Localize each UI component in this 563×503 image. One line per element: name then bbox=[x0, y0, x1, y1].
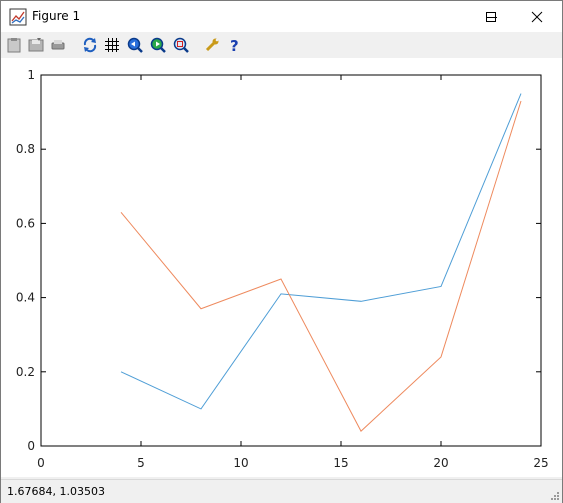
grid-icon bbox=[105, 38, 119, 52]
x-tick-label: 0 bbox=[37, 456, 45, 470]
x-tick-label: 25 bbox=[533, 456, 548, 470]
figure-window: Figure 1 ? 0 5 10 15 20 25 0 0.2 0.4 0.6… bbox=[0, 0, 563, 503]
x-tick-label: 10 bbox=[233, 456, 248, 470]
zoom-out-button[interactable] bbox=[126, 36, 144, 54]
close-icon bbox=[531, 11, 543, 22]
zoom-out-icon bbox=[127, 37, 143, 53]
plot-area[interactable]: 0 5 10 15 20 25 0 0.2 0.4 0.6 0.8 1 bbox=[1, 58, 562, 477]
x-tick-label: 5 bbox=[137, 456, 145, 470]
toolbar: ? bbox=[1, 32, 562, 58]
save-button[interactable] bbox=[27, 36, 45, 54]
zoom-in-icon bbox=[150, 37, 166, 53]
rotate-icon bbox=[83, 37, 97, 53]
help-icon: ? bbox=[230, 37, 239, 53]
axes-box bbox=[40, 74, 542, 447]
cursor-coordinates: 1.67684, 1.03503 bbox=[7, 485, 105, 498]
status-bar: 1.67684, 1.03503 bbox=[1, 479, 562, 503]
resize-grip-icon[interactable] bbox=[550, 491, 560, 501]
y-tick-label: 0.8 bbox=[16, 142, 35, 156]
copy-button[interactable] bbox=[5, 36, 23, 54]
x-tick-label: 20 bbox=[433, 456, 448, 470]
zoom-box-icon bbox=[173, 37, 189, 53]
y-tick-label: 1 bbox=[27, 68, 35, 82]
help-button[interactable]: ? bbox=[226, 36, 244, 54]
window-title: Figure 1 bbox=[32, 9, 81, 23]
figure-app-icon bbox=[9, 8, 27, 26]
save-icon bbox=[28, 38, 44, 52]
y-tick-label: 0.6 bbox=[16, 216, 35, 230]
y-tick-label: 0.2 bbox=[16, 365, 35, 379]
maximize-icon bbox=[486, 11, 496, 22]
maximize-button[interactable] bbox=[468, 1, 514, 32]
settings-button[interactable] bbox=[203, 36, 221, 54]
line-chart[interactable]: 0 5 10 15 20 25 0 0.2 0.4 0.6 0.8 1 bbox=[1, 58, 562, 477]
printer-icon bbox=[51, 40, 65, 50]
clipboard-icon bbox=[7, 38, 21, 53]
autoscale-button[interactable] bbox=[81, 36, 99, 54]
close-button[interactable] bbox=[514, 1, 560, 32]
svg-text:?: ? bbox=[230, 37, 239, 53]
x-tick-label: 15 bbox=[333, 456, 348, 470]
y-tick-label: 0 bbox=[27, 439, 35, 453]
y-tick-label: 0.4 bbox=[16, 291, 35, 305]
print-button[interactable] bbox=[49, 36, 67, 54]
grid-button[interactable] bbox=[103, 36, 121, 54]
zoom-in-button[interactable] bbox=[149, 36, 167, 54]
wrench-icon bbox=[205, 38, 219, 52]
zoom-box-button[interactable] bbox=[172, 36, 190, 54]
